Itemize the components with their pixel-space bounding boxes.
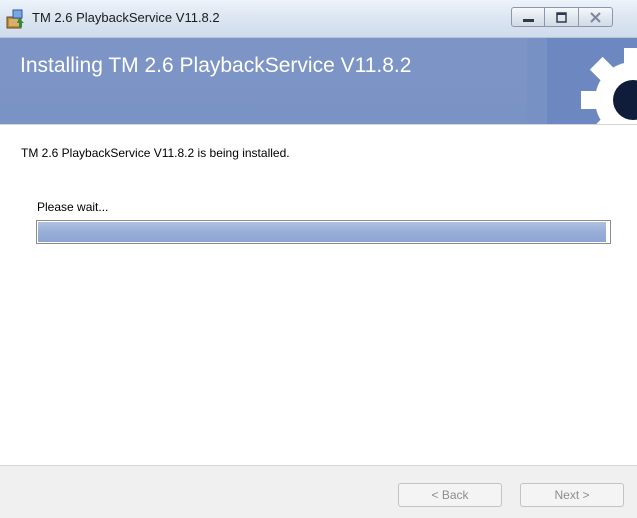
wait-label: Please wait... <box>37 200 109 214</box>
window-title: TM 2.6 PlaybackService V11.8.2 <box>32 10 220 25</box>
progress-bar <box>36 220 611 244</box>
content-area: TM 2.6 PlaybackService V11.8.2 is being … <box>0 124 637 466</box>
button-bar: < Back Next > <box>0 466 637 518</box>
banner-title: Installing TM 2.6 PlaybackService V11.8.… <box>20 54 412 77</box>
next-button[interactable]: Next > <box>520 483 624 507</box>
installer-icon <box>5 8 27 30</box>
window-controls <box>511 7 613 27</box>
close-button[interactable] <box>579 7 613 27</box>
title-bar[interactable]: TM 2.6 PlaybackService V11.8.2 <box>0 0 637 38</box>
maximize-button[interactable] <box>545 7 579 27</box>
minimize-icon <box>523 19 534 22</box>
back-button[interactable]: < Back <box>398 483 502 507</box>
gear-icon <box>527 38 637 124</box>
header-banner: Installing TM 2.6 PlaybackService V11.8.… <box>0 38 637 124</box>
close-icon <box>590 12 601 23</box>
status-text: TM 2.6 PlaybackService V11.8.2 is being … <box>21 146 290 160</box>
maximize-icon <box>556 12 567 23</box>
minimize-button[interactable] <box>511 7 545 27</box>
progress-fill <box>38 222 606 242</box>
